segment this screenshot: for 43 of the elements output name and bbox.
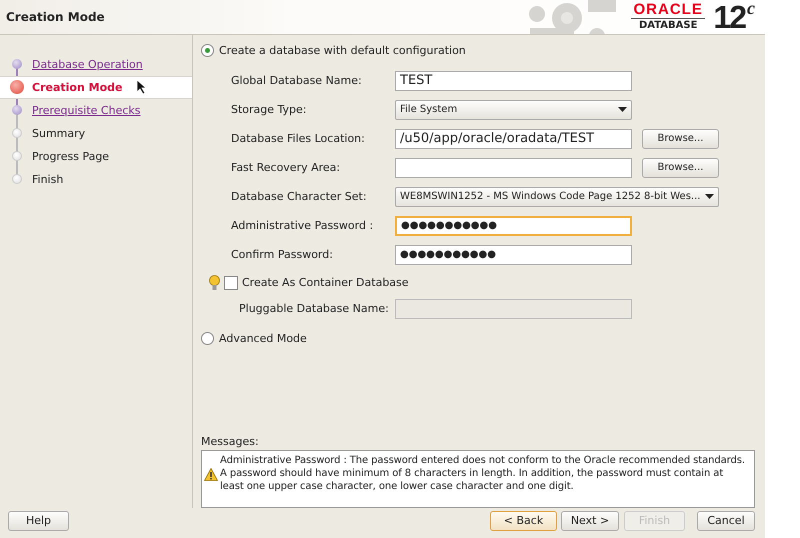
field-label: Administrative Password : (231, 219, 374, 232)
browse-button[interactable]: Browse... (642, 128, 719, 149)
step-item: Summary (32, 126, 86, 140)
field-label: Database Character Set: (231, 190, 368, 204)
field-label: Confirm Password: (231, 248, 334, 262)
browse-button[interactable]: Browse... (642, 158, 719, 178)
step-item: Finish (32, 172, 64, 186)
dialog-button[interactable]: Cancel (697, 510, 755, 531)
password-field[interactable]: ●●●●●●●●●●● (395, 244, 632, 265)
step-item: Progress Page (32, 150, 110, 163)
field-label: Pluggable Database Name: (239, 302, 390, 316)
help-button[interactable]: Help (8, 510, 69, 531)
field-label: Global Database Name: (231, 74, 363, 88)
step-item: Creation Mode (32, 80, 122, 94)
input-field[interactable] (395, 158, 632, 178)
message-text: Administrative Password : The password entered does not conform to the Oracle recommended standards. A password should have minimum of 8 characters in length. In addition, the password must contain at least one upper case character, one lower case character and one digit. (220, 454, 746, 494)
step-item[interactable]: Prerequisite Checks (32, 104, 140, 117)
dropdown[interactable]: WE8MSWIN1252 - MS Windows Code Page 1252 8-bit Wes... (395, 186, 719, 207)
caret-icon (705, 194, 714, 200)
field-label: Storage Type: (231, 103, 308, 116)
step-item[interactable]: Database Operation (32, 58, 143, 71)
field-label: Fast Recovery Area: (231, 161, 342, 174)
checkbox-label: Create As Container Database (242, 276, 409, 290)
input-field[interactable]: /u50/app/oracle/oradata/TEST (395, 128, 632, 149)
dropdown[interactable]: File System (395, 100, 632, 120)
checkbox[interactable] (224, 276, 238, 290)
password-field[interactable]: ●●●●●●●●●●● (395, 216, 632, 236)
messages-label: Messages: (201, 434, 260, 448)
window-title: Creation Mode (6, 10, 106, 24)
warning-icon (204, 468, 218, 481)
logo-product: DATABASE (630, 18, 706, 32)
dialog-button[interactable]: < Back (490, 510, 557, 531)
field-label: Database Files Location: (231, 132, 366, 146)
radio-button[interactable] (201, 44, 214, 58)
caret-icon (618, 107, 627, 112)
logo-version: 12$^{c}$ (713, 0, 753, 34)
radio-button[interactable] (201, 332, 214, 346)
radio-label: Create a database with default configuration (219, 44, 466, 58)
logo-brand: ORACLE (634, 2, 703, 18)
dialog-button[interactable]: Next > (561, 510, 619, 531)
radio-label: Advanced Mode (219, 332, 307, 346)
lightbulb-icon (209, 274, 220, 291)
input-field[interactable]: TEST (395, 70, 632, 91)
